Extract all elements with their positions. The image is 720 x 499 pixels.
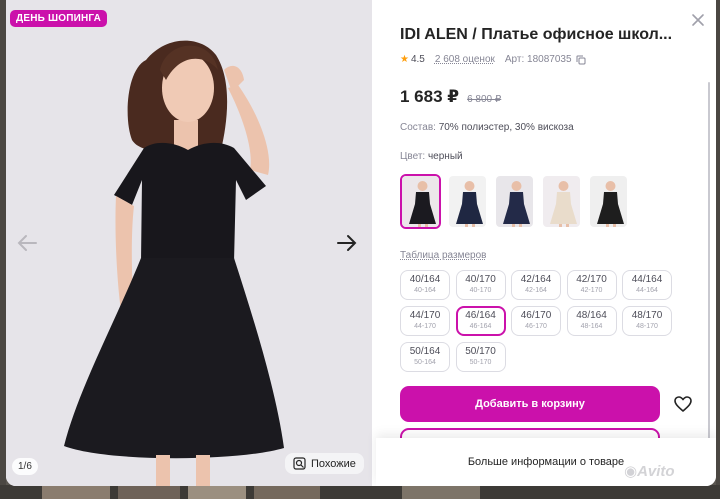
size-option[interactable]: 42/164 42-164: [511, 270, 561, 300]
backdrop-thumb: [252, 485, 320, 499]
price-row: 1 683 ₽ 6 800 ₽: [400, 87, 501, 107]
size-label: 46/170: [520, 310, 552, 321]
swatch-thumbnail: [543, 176, 580, 227]
color-value: черный: [427, 151, 463, 162]
size-sublabel: 50-170: [469, 359, 492, 366]
backdrop-thumb: [40, 485, 110, 499]
product-photo: [6, 0, 372, 486]
size-sublabel: 50-164: [414, 359, 436, 366]
size-label: 42/170: [576, 274, 607, 285]
reviews-link[interactable]: 2 608 оценок: [435, 54, 495, 65]
photo-counter: 1/6: [12, 458, 38, 475]
size-option[interactable]: 50/164 50-164: [400, 342, 450, 372]
promo-badge: ДЕНЬ ШОПИНГА: [10, 10, 108, 27]
swatch-thumbnail: [590, 176, 627, 227]
backdrop-thumb: [186, 485, 246, 499]
size-sublabel: 44-170: [414, 323, 436, 330]
swatch-thumbnail: [496, 176, 533, 227]
color-swatch-black[interactable]: [400, 174, 441, 229]
next-photo-arrow-icon[interactable]: [334, 230, 360, 256]
similar-button[interactable]: Похожие: [285, 453, 364, 474]
product-rating: 4.5: [410, 54, 425, 65]
size-sublabel: 44-164: [636, 287, 658, 294]
product-quick-view-modal: ДЕНЬ ШОПИНГА 1/6 Похожие IDI ALEN / Плат…: [6, 0, 716, 486]
size-sublabel: 40-164: [414, 287, 436, 294]
avito-watermark: ◉Avito: [624, 463, 675, 480]
color-swatch-beige[interactable]: [541, 174, 582, 229]
size-label: 40/170: [465, 274, 496, 285]
size-label: 40/164: [409, 274, 441, 285]
size-option[interactable]: 48/164 48-164: [566, 306, 617, 336]
swatch-thumbnail: [402, 176, 439, 227]
size-sublabel: 46-164: [469, 323, 492, 330]
composition-value: 70% полиэстер, 30% вискоза: [438, 122, 574, 133]
size-label: 48/164: [576, 310, 607, 321]
size-option[interactable]: 40/170 40-170: [455, 270, 506, 300]
backdrop-listing-strip: [0, 485, 720, 499]
size-option[interactable]: 44/170 44-170: [400, 306, 450, 336]
current-price: 1 683 ₽: [400, 87, 460, 106]
size-option[interactable]: 50/170 50-170: [455, 342, 506, 372]
product-meta: ★ 4.5 2 608 оценок Арт: 18087035: [400, 54, 586, 65]
heart-icon[interactable]: [673, 394, 693, 414]
backdrop-right-edge: [716, 0, 720, 499]
article-number: Арт: 18087035: [504, 54, 572, 65]
color-swatch-navy[interactable]: [494, 174, 535, 229]
color-swatch-black-long[interactable]: [588, 174, 629, 229]
size-option[interactable]: 48/170 48-170: [622, 306, 672, 336]
size-label: 44/170: [409, 310, 441, 321]
size-option[interactable]: 44/164 44-164: [622, 270, 672, 300]
size-sublabel: 42-164: [525, 287, 547, 294]
visual-search-icon: [293, 457, 306, 470]
size-sublabel: 46-170: [525, 323, 547, 330]
color-label: Цвет:: [400, 151, 426, 162]
color-swatch-navy-sleeves[interactable]: [447, 174, 488, 229]
backdrop-thumb: [400, 485, 480, 499]
size-label: 48/170: [631, 310, 663, 321]
size-label: 42/164: [520, 274, 552, 285]
swatch-thumbnail: [449, 176, 486, 227]
product-title[interactable]: IDI ALEN / Платье офисное школ...: [400, 26, 690, 44]
size-sublabel: 48-170: [636, 323, 658, 330]
copy-icon[interactable]: [576, 55, 586, 65]
composition: Состав: 70% полиэстер, 30% вискоза: [400, 122, 574, 133]
color-swatches: [400, 174, 629, 229]
composition-label: Состав:: [400, 122, 436, 133]
size-sublabel: 40-170: [469, 287, 492, 294]
size-label: 44/164: [631, 274, 663, 285]
product-gallery[interactable]: ДЕНЬ ШОПИНГА 1/6 Похожие: [6, 0, 372, 486]
similar-label: Похожие: [311, 457, 356, 470]
backdrop-thumb: [116, 485, 180, 499]
add-to-cart-button[interactable]: Добавить в корзину: [400, 386, 660, 422]
size-sublabel: 48-164: [580, 323, 603, 330]
size-option[interactable]: 42/170 42-170: [566, 270, 617, 300]
size-label: 50/170: [465, 346, 496, 357]
size-grid: 40/164 40-164 40/170 40-170 42/164 42-164 42/1…: [400, 270, 690, 372]
close-icon[interactable]: [690, 12, 706, 28]
size-label: 50/164: [409, 346, 441, 357]
old-price: 6 800 ₽: [467, 94, 502, 105]
product-info-panel: IDI ALEN / Платье офисное школ... ★ 4.5 …: [376, 0, 716, 486]
size-table-link[interactable]: Таблица размеров: [400, 250, 486, 261]
size-option[interactable]: 40/164 40-164: [400, 270, 450, 300]
size-option[interactable]: 46/164 46-164: [455, 306, 506, 336]
size-sublabel: 42-170: [580, 287, 603, 294]
previous-photo-arrow-icon[interactable]: [14, 230, 40, 256]
color-info: Цвет: черный: [400, 151, 463, 162]
size-label: 46/164: [465, 310, 496, 321]
scrollbar[interactable]: [708, 82, 710, 446]
star-icon: ★: [400, 54, 409, 65]
size-option[interactable]: 46/170 46-170: [511, 306, 561, 336]
watermark-text: Avito: [637, 463, 675, 480]
